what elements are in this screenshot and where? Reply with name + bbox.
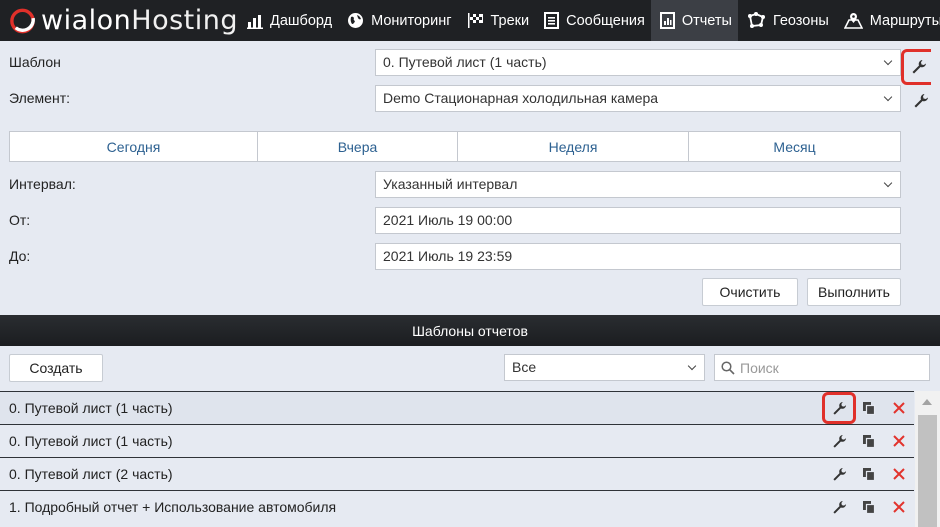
nav-label: Маршруты bbox=[869, 12, 940, 29]
template-select[interactable]: 0. Путевой лист (1 часть) bbox=[375, 49, 901, 76]
table-row[interactable]: 0. Путевой лист (1 часть) bbox=[0, 424, 914, 457]
clear-button[interactable]: Очистить bbox=[702, 278, 798, 306]
delete-x-icon bbox=[893, 435, 905, 447]
logo[interactable]: wialonHosting bbox=[0, 0, 238, 41]
scroll-thumb[interactable] bbox=[918, 415, 937, 527]
delete-template-button[interactable] bbox=[884, 492, 914, 522]
nav-item-reports[interactable]: Отчеты bbox=[650, 0, 738, 41]
report-icon bbox=[659, 12, 675, 29]
globe-icon bbox=[348, 13, 364, 28]
tab-week[interactable]: Неделя bbox=[458, 132, 689, 161]
logo-text: wialonHosting bbox=[41, 5, 238, 36]
template-name: 0. Путевой лист (1 часть) bbox=[9, 433, 173, 449]
wrench-icon bbox=[912, 60, 926, 74]
delete-template-button[interactable] bbox=[884, 393, 914, 423]
templates-filter-select[interactable]: Все bbox=[504, 354, 705, 381]
template-label: Шаблон bbox=[9, 54, 61, 70]
nav-item-geofences[interactable]: Геозоны bbox=[738, 0, 835, 41]
table-row[interactable]: 0. Путевой лист (2 часть) bbox=[0, 457, 914, 490]
templates-search-input[interactable]: Поиск bbox=[714, 354, 930, 381]
document-icon bbox=[544, 12, 560, 29]
edit-template-button[interactable] bbox=[824, 426, 854, 456]
nav-label: Геозоны bbox=[772, 12, 829, 29]
report-form: Шаблон 0. Путевой лист (1 часть) Элемент… bbox=[0, 41, 940, 315]
interval-label: Интервал: bbox=[9, 176, 76, 192]
wrench-icon bbox=[832, 467, 846, 481]
main-nav: Дашборд Мониторинг Треки Сообщения Отчет… bbox=[238, 0, 940, 41]
copy-template-button[interactable] bbox=[854, 426, 884, 456]
interval-select[interactable]: Указанный интервал bbox=[375, 171, 901, 198]
templates-list: 0. Путевой лист (1 часть) 0. Путевой лис… bbox=[0, 391, 914, 523]
nav-label: Мониторинг bbox=[371, 12, 452, 29]
template-name: 1. Подробный отчет + Использование автом… bbox=[9, 499, 337, 515]
row-actions bbox=[824, 458, 914, 490]
element-label: Элемент: bbox=[9, 90, 70, 106]
nav-item-monitoring[interactable]: Мониторинг bbox=[338, 0, 457, 41]
delete-x-icon bbox=[893, 501, 905, 513]
edit-template-button[interactable] bbox=[824, 459, 854, 489]
delete-template-button[interactable] bbox=[884, 459, 914, 489]
row-actions bbox=[822, 392, 914, 424]
search-placeholder: Поиск bbox=[740, 359, 779, 376]
table-row[interactable]: 1. Подробный отчет + Использование автом… bbox=[0, 490, 914, 523]
logo-main: wialon bbox=[41, 5, 132, 36]
delete-x-icon bbox=[893, 468, 905, 480]
run-button[interactable]: Выполнить bbox=[807, 278, 901, 306]
edit-template-button[interactable] bbox=[822, 392, 856, 424]
copy-template-button[interactable] bbox=[854, 393, 884, 423]
wrench-icon bbox=[832, 500, 846, 514]
wrench-icon bbox=[914, 94, 928, 108]
table-row[interactable]: 0. Путевой лист (1 часть) bbox=[0, 391, 914, 424]
nav-item-dashboard[interactable]: Дашборд bbox=[238, 0, 338, 41]
copy-icon bbox=[863, 468, 876, 481]
copy-template-button[interactable] bbox=[854, 459, 884, 489]
template-name: 0. Путевой лист (1 часть) bbox=[9, 400, 173, 416]
period-tabs: Сегодня Вчера Неделя Месяц bbox=[9, 131, 901, 162]
copy-template-button[interactable] bbox=[854, 492, 884, 522]
nav-item-routes[interactable]: Маршруты bbox=[835, 0, 940, 41]
right-edge bbox=[931, 41, 940, 315]
template-name: 0. Путевой лист (2 часть) bbox=[9, 466, 173, 482]
nav-label: Сообщения bbox=[566, 12, 645, 29]
copy-icon bbox=[863, 402, 876, 415]
checkered-flag-icon bbox=[467, 13, 483, 28]
delete-x-icon bbox=[893, 402, 905, 414]
copy-icon bbox=[863, 435, 876, 448]
scroll-up-arrow-icon[interactable] bbox=[922, 399, 932, 405]
from-date-input[interactable]: 2021 Июль 19 00:00 bbox=[375, 207, 901, 234]
chart-icon bbox=[247, 14, 263, 29]
search-icon bbox=[721, 360, 735, 375]
nav-label: Отчеты bbox=[681, 12, 732, 29]
logo-ring-icon bbox=[10, 8, 35, 33]
to-label: До: bbox=[9, 248, 31, 264]
polygon-icon bbox=[747, 12, 765, 28]
create-template-button[interactable]: Создать bbox=[9, 354, 103, 382]
top-nav-bar: wialonHosting Дашборд Мониторинг Треки С… bbox=[0, 0, 940, 41]
nav-item-messages[interactable]: Сообщения bbox=[535, 0, 651, 41]
templates-scrollbar[interactable] bbox=[915, 391, 940, 527]
templates-toolbar: Создать Все Поиск bbox=[0, 346, 940, 391]
nav-label: Дашборд bbox=[270, 12, 333, 29]
wrench-icon bbox=[832, 401, 846, 415]
wrench-icon bbox=[832, 434, 846, 448]
templates-section-header: Шаблоны отчетов bbox=[0, 315, 940, 346]
tab-month[interactable]: Месяц bbox=[689, 132, 900, 161]
to-date-input[interactable]: 2021 Июль 19 23:59 bbox=[375, 243, 901, 270]
delete-template-button[interactable] bbox=[884, 426, 914, 456]
from-label: От: bbox=[9, 212, 31, 228]
copy-icon bbox=[863, 501, 876, 514]
nav-item-tracks[interactable]: Треки bbox=[458, 0, 536, 41]
tab-today[interactable]: Сегодня bbox=[10, 132, 258, 161]
tab-yesterday[interactable]: Вчера bbox=[258, 132, 458, 161]
logo-sub: Hosting bbox=[131, 5, 238, 36]
nav-label: Треки bbox=[490, 12, 530, 29]
row-actions bbox=[824, 491, 914, 523]
element-select[interactable]: Demo Стационарная холодильная камера bbox=[375, 85, 901, 112]
map-icon bbox=[843, 13, 863, 29]
row-actions bbox=[824, 425, 914, 457]
edit-template-button[interactable] bbox=[824, 492, 854, 522]
